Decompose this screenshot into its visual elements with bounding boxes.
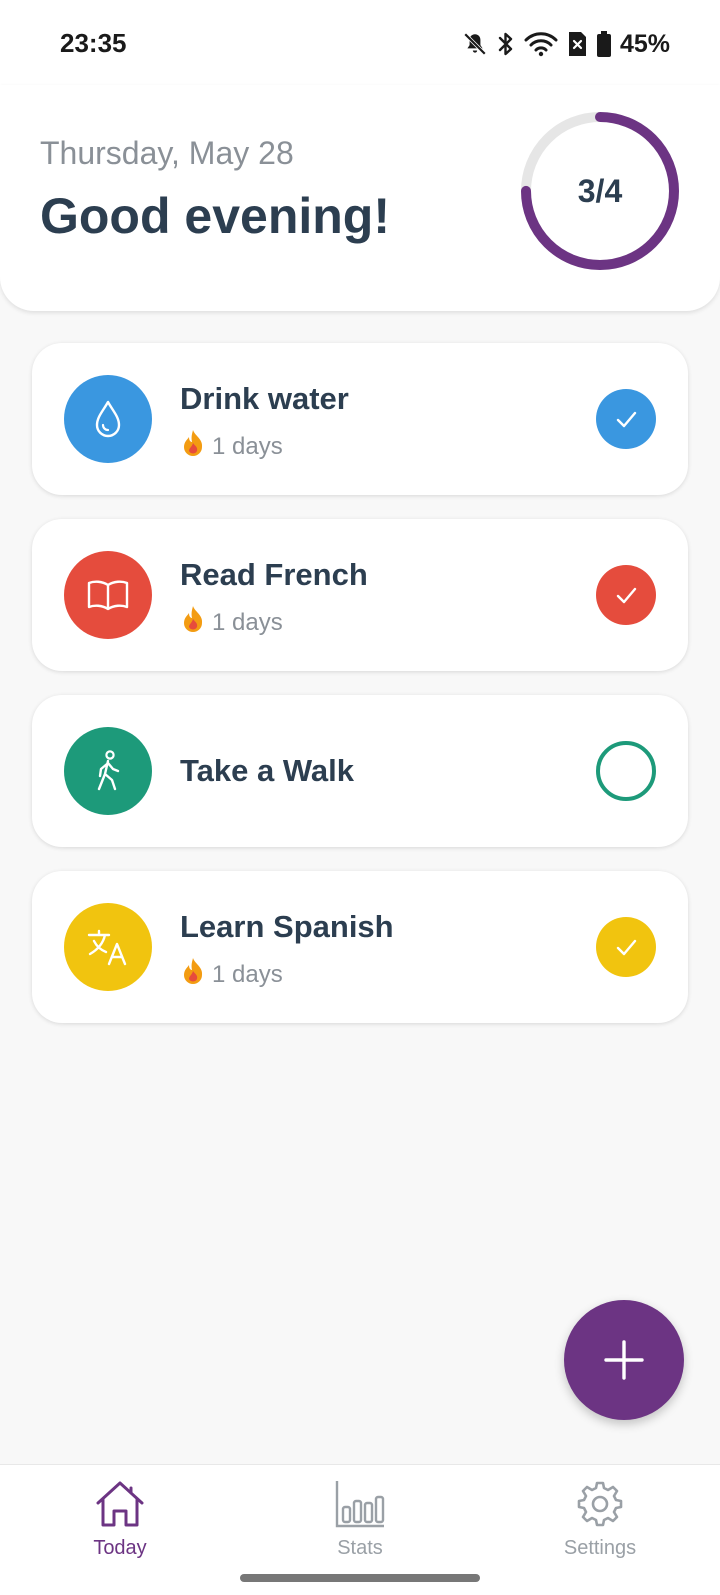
habit-streak-label: 1 days [212, 608, 283, 636]
wifi-icon [524, 31, 558, 57]
check-icon [616, 587, 637, 604]
habit-complete-checkbox[interactable] [596, 741, 656, 801]
nav-tab-stats[interactable]: Stats [270, 1479, 450, 1579]
greeting-title: Good evening! [40, 188, 390, 244]
habit-streak: 1 days [180, 957, 283, 992]
sim-icon [566, 30, 588, 58]
habit-card-drink-water[interactable]: Drink water 1 days [32, 343, 688, 495]
translate-icon [64, 903, 152, 991]
add-habit-button[interactable] [564, 1300, 684, 1420]
battery-percent: 45% [619, 29, 670, 58]
habit-streak: 1 days [180, 429, 283, 464]
habit-streak-label: 1 days [212, 960, 283, 988]
check-icon [616, 411, 637, 428]
nav-label-stats: Stats [337, 1537, 383, 1559]
habit-complete-checkbox[interactable] [596, 389, 656, 449]
nav-label-settings: Settings [563, 1537, 637, 1559]
nav-label-today: Today [93, 1537, 147, 1559]
habit-list: Drink water 1 days Read French 1 days Ta… [32, 343, 688, 1047]
home-icon [96, 1481, 144, 1527]
bluetooth-icon [496, 30, 516, 58]
habit-card-learn-spanish[interactable]: Learn Spanish 1 days [32, 871, 688, 1023]
check-icon [616, 939, 637, 956]
book-icon [64, 551, 152, 639]
plus-icon [604, 1340, 644, 1380]
bar-chart-icon [335, 1481, 385, 1528]
nav-tab-settings[interactable]: Settings [510, 1479, 690, 1579]
fire-icon [180, 429, 206, 464]
battery-icon [596, 30, 612, 58]
water-drop-icon [64, 375, 152, 463]
habit-streak-label: 1 days [212, 432, 283, 460]
habit-complete-checkbox[interactable] [596, 917, 656, 977]
header-card: Thursday, May 28 Good evening! 3/4 [0, 85, 720, 311]
habit-name: Take a Walk [180, 753, 355, 788]
habit-card-take-a-walk[interactable]: Take a Walk [32, 695, 688, 847]
habit-name: Read French [180, 557, 368, 592]
habit-complete-checkbox[interactable] [596, 565, 656, 625]
bell-off-icon [462, 31, 488, 57]
progress-count: 3/4 [577, 172, 623, 209]
status-bar: 23:35 45% [0, 0, 720, 90]
fire-icon [180, 605, 206, 640]
habit-card-read-french[interactable]: Read French 1 days [32, 519, 688, 671]
gear-icon [577, 1481, 623, 1527]
habit-streak: 1 days [180, 605, 283, 640]
fire-icon [180, 957, 206, 992]
status-icons: 45% [462, 28, 670, 60]
date-label: Thursday, May 28 [40, 135, 294, 171]
nav-tab-today[interactable]: Today [30, 1479, 210, 1579]
status-time: 23:35 [60, 28, 127, 58]
habit-name: Learn Spanish [180, 909, 394, 944]
habit-name: Drink water [180, 381, 349, 416]
walking-icon [64, 727, 152, 815]
home-indicator [240, 1574, 480, 1582]
